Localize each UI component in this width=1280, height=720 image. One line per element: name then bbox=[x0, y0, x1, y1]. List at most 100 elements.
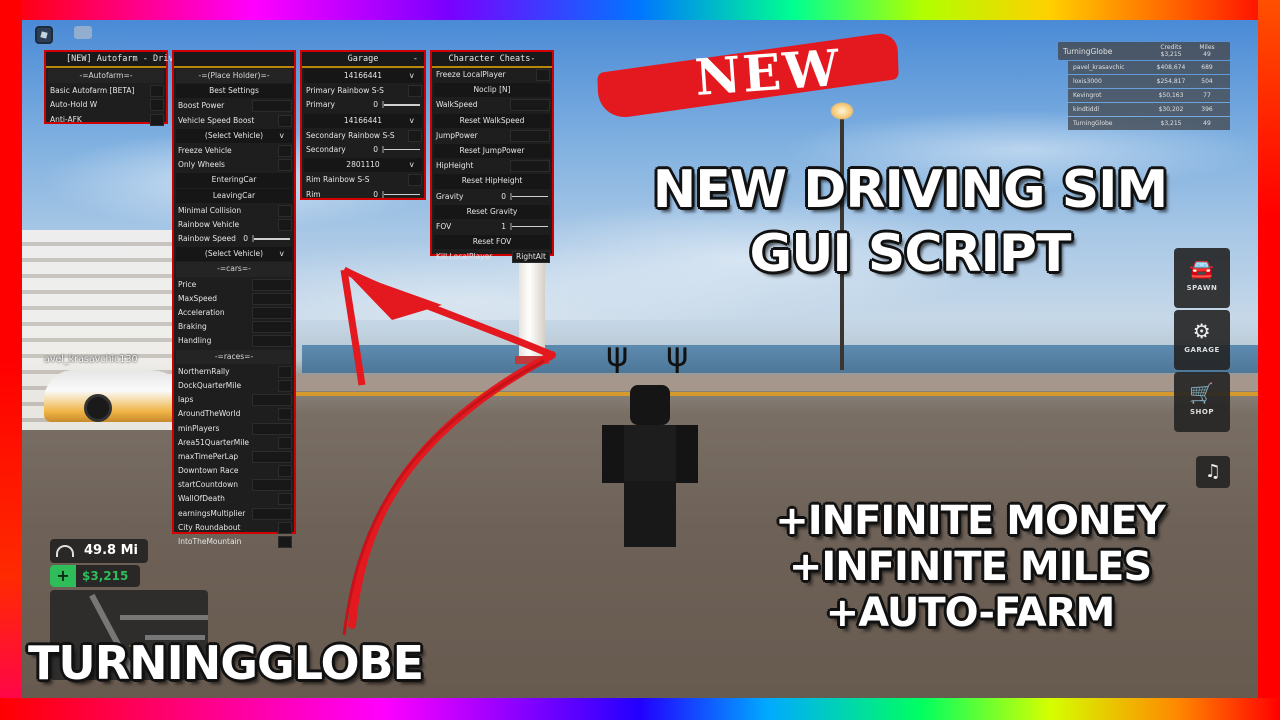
chat-icon[interactable] bbox=[74, 26, 92, 39]
rim-color-dropdown[interactable]: 2801110 v bbox=[304, 158, 422, 173]
reset-fov-button[interactable]: Reset FOV bbox=[434, 235, 550, 250]
race-field[interactable]: startCountdown bbox=[174, 478, 294, 492]
select-vehicle-dropdown[interactable]: (Select Vehicle) v bbox=[176, 128, 292, 143]
checkbox[interactable] bbox=[278, 218, 292, 231]
maxspeed-input[interactable] bbox=[252, 292, 292, 305]
race-toggle[interactable]: Downtown Race bbox=[174, 464, 294, 478]
secondary-rainbow-toggle[interactable]: Secondary Rainbow S-S bbox=[302, 129, 424, 143]
checkbox[interactable] bbox=[408, 85, 422, 98]
jumppower-field[interactable]: JumpPower bbox=[432, 129, 552, 143]
checkbox[interactable] bbox=[278, 204, 292, 217]
primary-color-dropdown[interactable]: 14166441 v bbox=[304, 69, 422, 84]
gravity-slider[interactable] bbox=[510, 193, 548, 199]
driving-window-title[interactable] bbox=[174, 52, 294, 68]
checkbox[interactable] bbox=[278, 144, 292, 157]
freeze-localplayer-toggle[interactable]: Freeze LocalPlayer bbox=[432, 68, 552, 82]
jumppower-input[interactable] bbox=[510, 129, 550, 142]
vehicle-speed-boost-toggle[interactable]: Vehicle Speed Boost bbox=[174, 114, 294, 128]
rim-rainbow-toggle[interactable]: Rim Rainbow S-S bbox=[302, 173, 424, 187]
handling-field[interactable]: Handling bbox=[174, 334, 294, 348]
race-toggle[interactable]: Area51QuarterMile bbox=[174, 436, 294, 450]
leaderboard-row[interactable]: pavel_krasavchic $408,674 689 bbox=[1068, 61, 1230, 74]
race-toggle[interactable]: DockQuarterMile bbox=[174, 379, 294, 393]
reset-hipheight-button[interactable]: Reset HipHeight bbox=[434, 174, 550, 189]
walkspeed-field[interactable]: WalkSpeed bbox=[432, 98, 552, 112]
leaderboard-row[interactable]: loxis3000 $254,817 504 bbox=[1068, 75, 1230, 88]
checkbox[interactable] bbox=[278, 436, 292, 449]
hipheight-input[interactable] bbox=[510, 160, 550, 173]
leaderboard-row[interactable]: kindtiddl $30,202 396 bbox=[1068, 103, 1230, 116]
only-wheels-toggle[interactable]: Only Wheels bbox=[174, 158, 294, 172]
reset-jumppower-button[interactable]: Reset JumpPower bbox=[434, 143, 550, 159]
checkbox[interactable] bbox=[536, 69, 550, 81]
secondary-slider[interactable] bbox=[382, 146, 420, 152]
braking-input[interactable] bbox=[252, 321, 292, 334]
acceleration-field[interactable]: Acceleration bbox=[174, 306, 294, 320]
minimize-icon[interactable]: - bbox=[413, 52, 418, 66]
braking-field[interactable]: Braking bbox=[174, 320, 294, 334]
race-input[interactable] bbox=[252, 450, 292, 463]
fov-slider[interactable] bbox=[510, 223, 548, 229]
price-input[interactable] bbox=[252, 278, 292, 291]
character-window-title[interactable]: Character Cheats- bbox=[432, 52, 552, 68]
race-toggle[interactable]: NorthernRally bbox=[174, 365, 294, 379]
leaderboard-row[interactable]: Kevingrot $50,163 77 bbox=[1068, 89, 1230, 102]
reset-walkspeed-button[interactable]: Reset WalkSpeed bbox=[434, 113, 550, 128]
roblox-menu-icon[interactable] bbox=[35, 26, 53, 44]
checkbox[interactable] bbox=[278, 114, 292, 127]
checkbox[interactable] bbox=[150, 113, 164, 126]
checkbox[interactable] bbox=[150, 85, 164, 98]
freeze-vehicle-toggle[interactable]: Freeze Vehicle bbox=[174, 144, 294, 158]
rim-slider[interactable] bbox=[382, 191, 420, 197]
leaderboard-header[interactable]: TurningGlobe Credits $3,215 Miles 49 bbox=[1058, 42, 1230, 60]
secondary-color-dropdown[interactable]: 14166441 v bbox=[304, 113, 422, 128]
rainbow-speed-slider[interactable] bbox=[252, 235, 290, 242]
garage-window-title[interactable]: Garage - bbox=[302, 52, 424, 68]
handling-input[interactable] bbox=[252, 335, 292, 348]
boost-power-field[interactable]: Boost Power bbox=[174, 99, 294, 113]
leaving-car-button[interactable]: LeavingCar bbox=[176, 188, 292, 203]
checkbox[interactable] bbox=[150, 99, 164, 112]
race-field[interactable]: earningsMultiplier bbox=[174, 507, 294, 521]
add-money-button[interactable]: + bbox=[50, 565, 76, 587]
walkspeed-input[interactable] bbox=[510, 99, 550, 112]
checkbox[interactable] bbox=[278, 536, 292, 548]
minimal-collision-toggle[interactable]: Minimal Collision bbox=[174, 204, 294, 218]
checkbox[interactable] bbox=[278, 465, 292, 478]
race-toggle[interactable]: IntoTheMountain bbox=[174, 535, 294, 549]
checkbox[interactable] bbox=[278, 379, 292, 392]
race-toggle[interactable]: City Roundabout bbox=[174, 521, 294, 535]
price-field[interactable]: Price bbox=[174, 278, 294, 292]
primary-slider[interactable] bbox=[382, 102, 420, 108]
primary-rainbow-toggle[interactable]: Primary Rainbow S-S bbox=[302, 84, 424, 98]
shop-button[interactable]: 🛒 SHOP bbox=[1174, 372, 1230, 432]
checkbox[interactable] bbox=[278, 365, 292, 378]
autofarm-window-title[interactable]: [NEW] Autofarm - Driving Simulator [Beta… bbox=[46, 52, 276, 68]
checkbox[interactable] bbox=[408, 129, 422, 142]
leaderboard-row[interactable]: TurningGlobe $3,215 49 bbox=[1068, 117, 1230, 130]
auto-hold-w-toggle[interactable]: Auto-Hold W bbox=[46, 98, 166, 112]
race-input[interactable] bbox=[252, 507, 292, 520]
race-field[interactable]: maxTimePerLap bbox=[174, 450, 294, 464]
maxspeed-field[interactable]: MaxSpeed bbox=[174, 292, 294, 306]
entering-car-button[interactable]: EnteringCar bbox=[176, 173, 292, 188]
race-toggle[interactable]: AroundTheWorld bbox=[174, 407, 294, 421]
reset-gravity-button[interactable]: Reset Gravity bbox=[434, 204, 550, 219]
race-field[interactable]: laps bbox=[174, 393, 294, 407]
boost-power-input[interactable] bbox=[252, 100, 292, 113]
hipheight-field[interactable]: HipHeight bbox=[432, 159, 552, 173]
select-vehicle-dropdown-2[interactable]: (Select Vehicle) v bbox=[176, 247, 292, 262]
race-input[interactable] bbox=[252, 479, 292, 492]
checkbox[interactable] bbox=[278, 159, 292, 172]
best-settings-button[interactable]: Best Settings bbox=[176, 84, 292, 99]
noclip-button[interactable]: Noclip [N] bbox=[434, 83, 550, 98]
music-button[interactable]: ♫ bbox=[1196, 456, 1230, 488]
checkbox[interactable] bbox=[278, 521, 292, 534]
minimize-icon[interactable]: - bbox=[530, 54, 535, 64]
anti-afk-toggle[interactable]: Anti-AFK bbox=[46, 113, 166, 127]
acceleration-input[interactable] bbox=[252, 307, 292, 319]
checkbox[interactable] bbox=[278, 493, 292, 506]
race-field[interactable]: minPlayers bbox=[174, 422, 294, 436]
checkbox[interactable] bbox=[408, 174, 422, 187]
checkbox[interactable] bbox=[278, 408, 292, 421]
